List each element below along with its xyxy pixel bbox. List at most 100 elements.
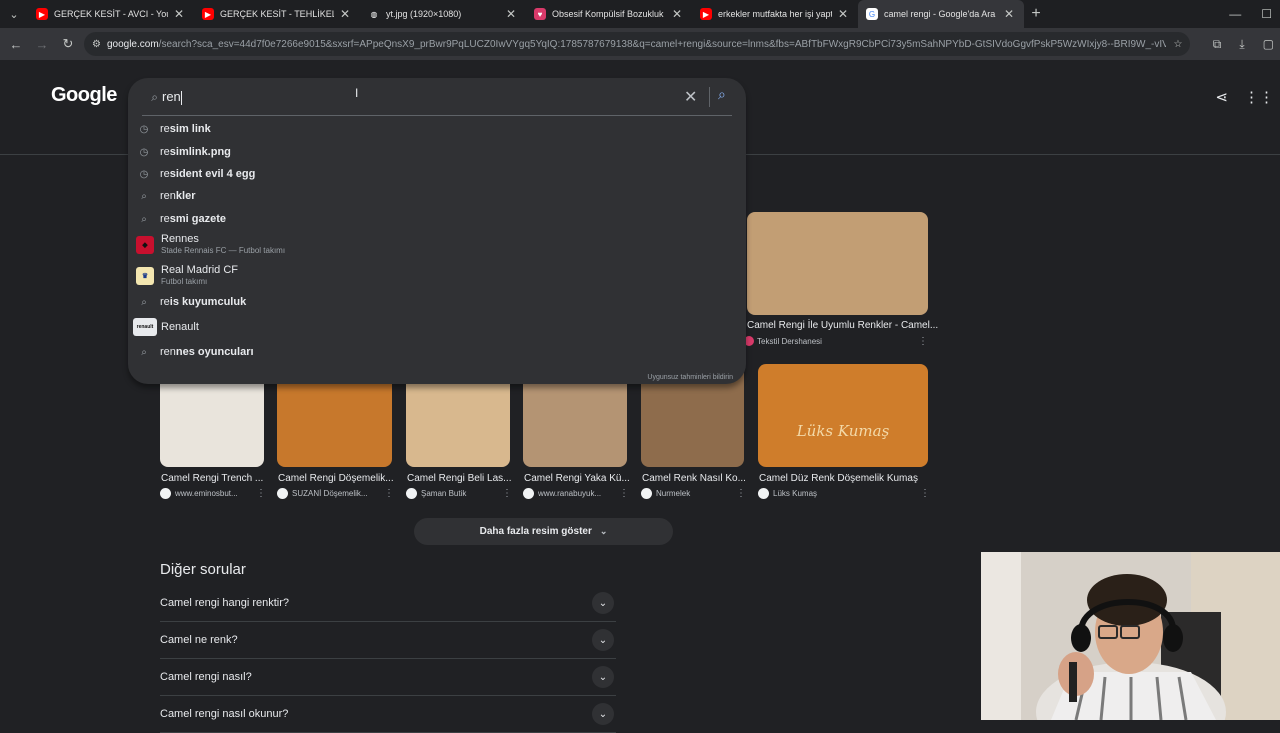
image-caption[interactable]: Camel Rengi Döşemelik... xyxy=(278,473,405,484)
heart-icon: ♥ xyxy=(534,8,546,20)
new-tab-button[interactable]: + xyxy=(1024,5,1048,23)
profile-icon[interactable]: ▢ xyxy=(1263,37,1274,51)
paa-question[interactable]: Camel rengi nasıl? ⌄ xyxy=(160,659,616,696)
image-caption[interactable]: Camel Renk Nasıl Ko... xyxy=(642,473,757,484)
globe-icon: ◍ xyxy=(370,9,378,19)
more-options-icon[interactable]: ⋮ xyxy=(384,488,394,499)
address-bar[interactable]: ⚙ google.com/search?sca_esv=44d7f0e7266e… xyxy=(84,32,1190,56)
browser-tab[interactable]: Gcamel rengi - Google'da Ara ✕ xyxy=(858,0,1024,28)
close-tab-icon[interactable]: ✕ xyxy=(1002,7,1016,21)
tab-title: GERÇEK KESİT - AVCI - YouTube xyxy=(54,9,168,19)
forward-icon[interactable]: → xyxy=(30,37,54,52)
chevron-down-icon[interactable]: ⌄ xyxy=(592,592,614,614)
image-source[interactable]: Tekstil Dershanesi xyxy=(744,336,822,346)
more-options-icon[interactable]: ⋮ xyxy=(256,488,266,499)
chevron-down-icon[interactable]: ⌄ xyxy=(592,703,614,725)
window-controls: — ☐ xyxy=(1229,0,1272,28)
paa-question[interactable]: Camel rengi nasıl okunur? ⌄ xyxy=(160,696,616,733)
image-result-top[interactable] xyxy=(747,212,928,315)
image-caption[interactable]: Camel Rengi Yaka Kü... xyxy=(524,473,640,484)
report-predictions-link[interactable]: Uygunsuz tahminleri bildirin xyxy=(647,374,733,381)
chevron-down-icon: ⌄ xyxy=(599,526,608,536)
bookmark-star-icon[interactable]: ☆ xyxy=(1166,39,1190,50)
paa-question[interactable]: Camel rengi hangi renktir? ⌄ xyxy=(160,585,616,622)
download-icon[interactable]: ⤓ xyxy=(1239,37,1244,52)
browser-tab[interactable]: ▶ erkekler mutfakta her işi yaptık ✕ xyxy=(692,0,858,28)
search-icon: ⌕ xyxy=(151,89,158,104)
image-source[interactable]: www.ranabuyuk... xyxy=(523,488,601,499)
search-input[interactable]: ren xyxy=(162,89,182,105)
divider xyxy=(142,115,732,116)
suggestion-item[interactable]: ◷ resim link xyxy=(128,120,746,138)
suggestion-label: rennes oyuncuları xyxy=(160,346,254,358)
image-caption[interactable]: Camel Düz Renk Döşemelik Kumaş xyxy=(759,473,941,484)
rennes-logo: ◆ xyxy=(136,236,154,254)
more-options-icon[interactable]: ⋮ xyxy=(502,488,512,499)
suggestion-item[interactable]: ⌕ resmi gazete xyxy=(128,210,746,228)
back-icon[interactable]: ← xyxy=(4,37,28,52)
suggestion-item[interactable]: ⌕ rennes oyuncuları xyxy=(128,343,746,361)
image-result[interactable]: Lüks Kumaş xyxy=(758,364,928,467)
suggestion-item[interactable]: ◆ Rennes Stade Rennais FC — Futbol takımı xyxy=(128,232,746,258)
search-icon: ⌕ xyxy=(141,296,147,308)
suggestion-item[interactable]: ♛ Real Madrid CF Futbol takımı xyxy=(128,263,746,289)
suggestion-label: Renault xyxy=(161,320,199,333)
minimize-icon[interactable]: — xyxy=(1229,7,1241,21)
browser-tab[interactable]: ▶ GERÇEK KESİT - AVCI - YouTube ✕ xyxy=(28,0,194,28)
youtube-icon: ▶ xyxy=(700,8,712,20)
maximize-icon[interactable]: ☐ xyxy=(1261,7,1272,21)
paa-question-text: Camel rengi nasıl? xyxy=(160,671,252,683)
browser-tab[interactable]: ◍ yt.jpg (1920×1080) ✕ xyxy=(360,0,526,28)
suggestion-item[interactable]: ⌕ reis kuyumculuk xyxy=(128,293,746,311)
suggestion-label: resident evil 4 egg xyxy=(160,168,256,180)
paa-question[interactable]: Camel ne renk? ⌄ xyxy=(160,622,616,659)
suggestion-item[interactable]: ◷ resident evil 4 egg xyxy=(128,165,746,183)
image-source[interactable]: Nurmelek xyxy=(641,488,690,499)
close-tab-icon[interactable]: ✕ xyxy=(836,7,850,21)
tab-title: Obsesif Kompülsif Bozukluk Tes xyxy=(552,9,666,19)
search-submit-icon[interactable]: ⌕ xyxy=(718,86,726,103)
browser-tab[interactable]: ♥ Obsesif Kompülsif Bozukluk Tes ✕ xyxy=(526,0,692,28)
image-caption[interactable]: Camel Rengi Beli Las... xyxy=(407,473,523,484)
image-source[interactable]: Şaman Butik xyxy=(406,488,466,499)
browser-tab[interactable]: ▶ GERÇEK KESİT - TEHLİKELİ OYUN ✕ xyxy=(194,0,360,28)
chevron-down-icon[interactable]: ⌄ xyxy=(592,666,614,688)
image-caption[interactable]: Camel Rengi İle Uyumlu Renkler - Camel..… xyxy=(747,320,938,331)
close-tab-icon[interactable]: ✕ xyxy=(504,7,518,21)
source-favicon xyxy=(406,488,417,499)
google-logo[interactable]: Google xyxy=(51,84,117,107)
image-source[interactable]: www.eminosbut... xyxy=(160,488,238,499)
suggestion-label: resimlink.png xyxy=(160,146,231,158)
paa-question-text: Camel ne renk? xyxy=(160,634,238,646)
more-options-icon[interactable]: ⋮ xyxy=(920,488,930,499)
extensions-icon[interactable]: ⧉ xyxy=(1213,37,1222,52)
more-images-button[interactable]: Daha fazla resim göster ⌄ xyxy=(414,518,673,545)
close-tab-icon[interactable]: ✕ xyxy=(172,7,186,21)
search-box[interactable]: ⌕ ren ✕ ⌕ xyxy=(128,78,746,116)
chevron-down-icon[interactable]: ⌄ xyxy=(592,629,614,651)
suggestion-label: renkler xyxy=(160,190,196,202)
suggestion-item[interactable]: ⌕ renkler xyxy=(128,187,746,205)
share-icon[interactable]: ⋖ xyxy=(1215,88,1228,106)
more-options-icon[interactable]: ⋮ xyxy=(619,488,629,499)
image-source[interactable]: SUZANİ Döşemelik... xyxy=(277,488,368,499)
close-tab-icon[interactable]: ✕ xyxy=(338,7,352,21)
youtube-icon: ▶ xyxy=(36,8,48,20)
suggestion-label: reis kuyumculuk xyxy=(160,296,247,308)
site-info-icon[interactable]: ⚙ xyxy=(92,39,101,50)
search-suggestions: ⌕ ren ✕ ⌕ ◷ resim link ◷ resimlink.png ◷ resi… xyxy=(128,78,746,384)
suggestion-item[interactable]: ◷ resimlink.png xyxy=(128,143,746,161)
close-tab-icon[interactable]: ✕ xyxy=(670,7,684,21)
suggestion-item[interactable]: renault Renault xyxy=(128,318,746,336)
more-options-icon[interactable]: ⋮ xyxy=(918,336,928,347)
search-icon: ⌕ xyxy=(141,346,147,358)
history-icon: ◷ xyxy=(139,123,149,135)
tab-title: GERÇEK KESİT - TEHLİKELİ OYUN xyxy=(220,9,334,19)
image-caption[interactable]: Camel Rengi Trench ... xyxy=(161,473,277,484)
image-source[interactable]: Lüks Kumaş xyxy=(758,488,817,499)
clear-icon[interactable]: ✕ xyxy=(684,87,697,107)
tab-search-icon[interactable]: ⌄ xyxy=(0,0,28,28)
reload-icon[interactable]: ↻ xyxy=(56,36,80,52)
apps-grid-icon[interactable]: ⋮⋮ xyxy=(1244,88,1274,106)
more-options-icon[interactable]: ⋮ xyxy=(736,488,746,499)
